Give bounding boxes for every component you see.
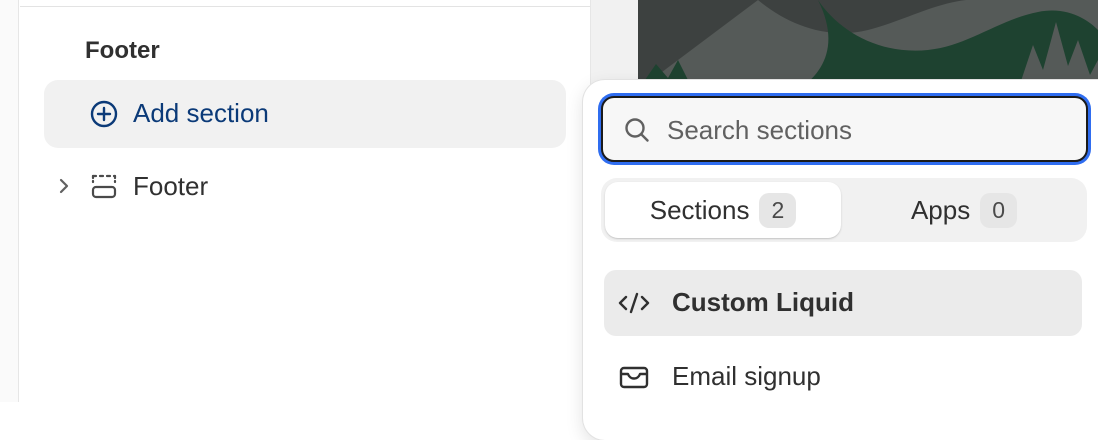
- section-picker-popover: Sections 2 Apps 0 Custom Liquid Email si…: [583, 80, 1098, 440]
- footer-section-icon: [91, 174, 117, 199]
- tab-sections[interactable]: Sections 2: [605, 182, 841, 238]
- section-item-footer[interactable]: Footer: [44, 160, 566, 212]
- add-section-button[interactable]: Add section: [44, 80, 566, 148]
- plus-circle-icon: [90, 100, 118, 128]
- count-badge: 0: [980, 192, 1018, 228]
- count-badge: 2: [759, 192, 797, 228]
- envelope-icon: [619, 366, 649, 389]
- divider: [20, 6, 590, 7]
- tab-label: Sections: [649, 194, 750, 225]
- search-field[interactable]: [601, 96, 1088, 162]
- section-option-email-signup[interactable]: Email signup: [604, 344, 1082, 410]
- storefront-preview-image: [638, 0, 1098, 90]
- section-option-custom-liquid[interactable]: Custom Liquid: [604, 270, 1082, 336]
- section-option-label: Custom Liquid: [672, 287, 854, 317]
- chevron-right-icon[interactable]: [56, 175, 72, 197]
- code-icon: [618, 292, 650, 314]
- tab-apps[interactable]: Apps 0: [845, 182, 1083, 238]
- search-input[interactable]: [665, 106, 1069, 154]
- editor-left-edge: [0, 0, 19, 402]
- add-section-label: Add section: [133, 98, 269, 128]
- tab-label: Apps: [910, 194, 971, 225]
- search-icon: [625, 118, 649, 142]
- footer-group-title: Footer: [85, 37, 160, 64]
- section-item-label: Footer: [133, 171, 209, 201]
- section-option-label: Email signup: [672, 361, 821, 391]
- picker-tabs: Sections 2 Apps 0: [601, 178, 1087, 242]
